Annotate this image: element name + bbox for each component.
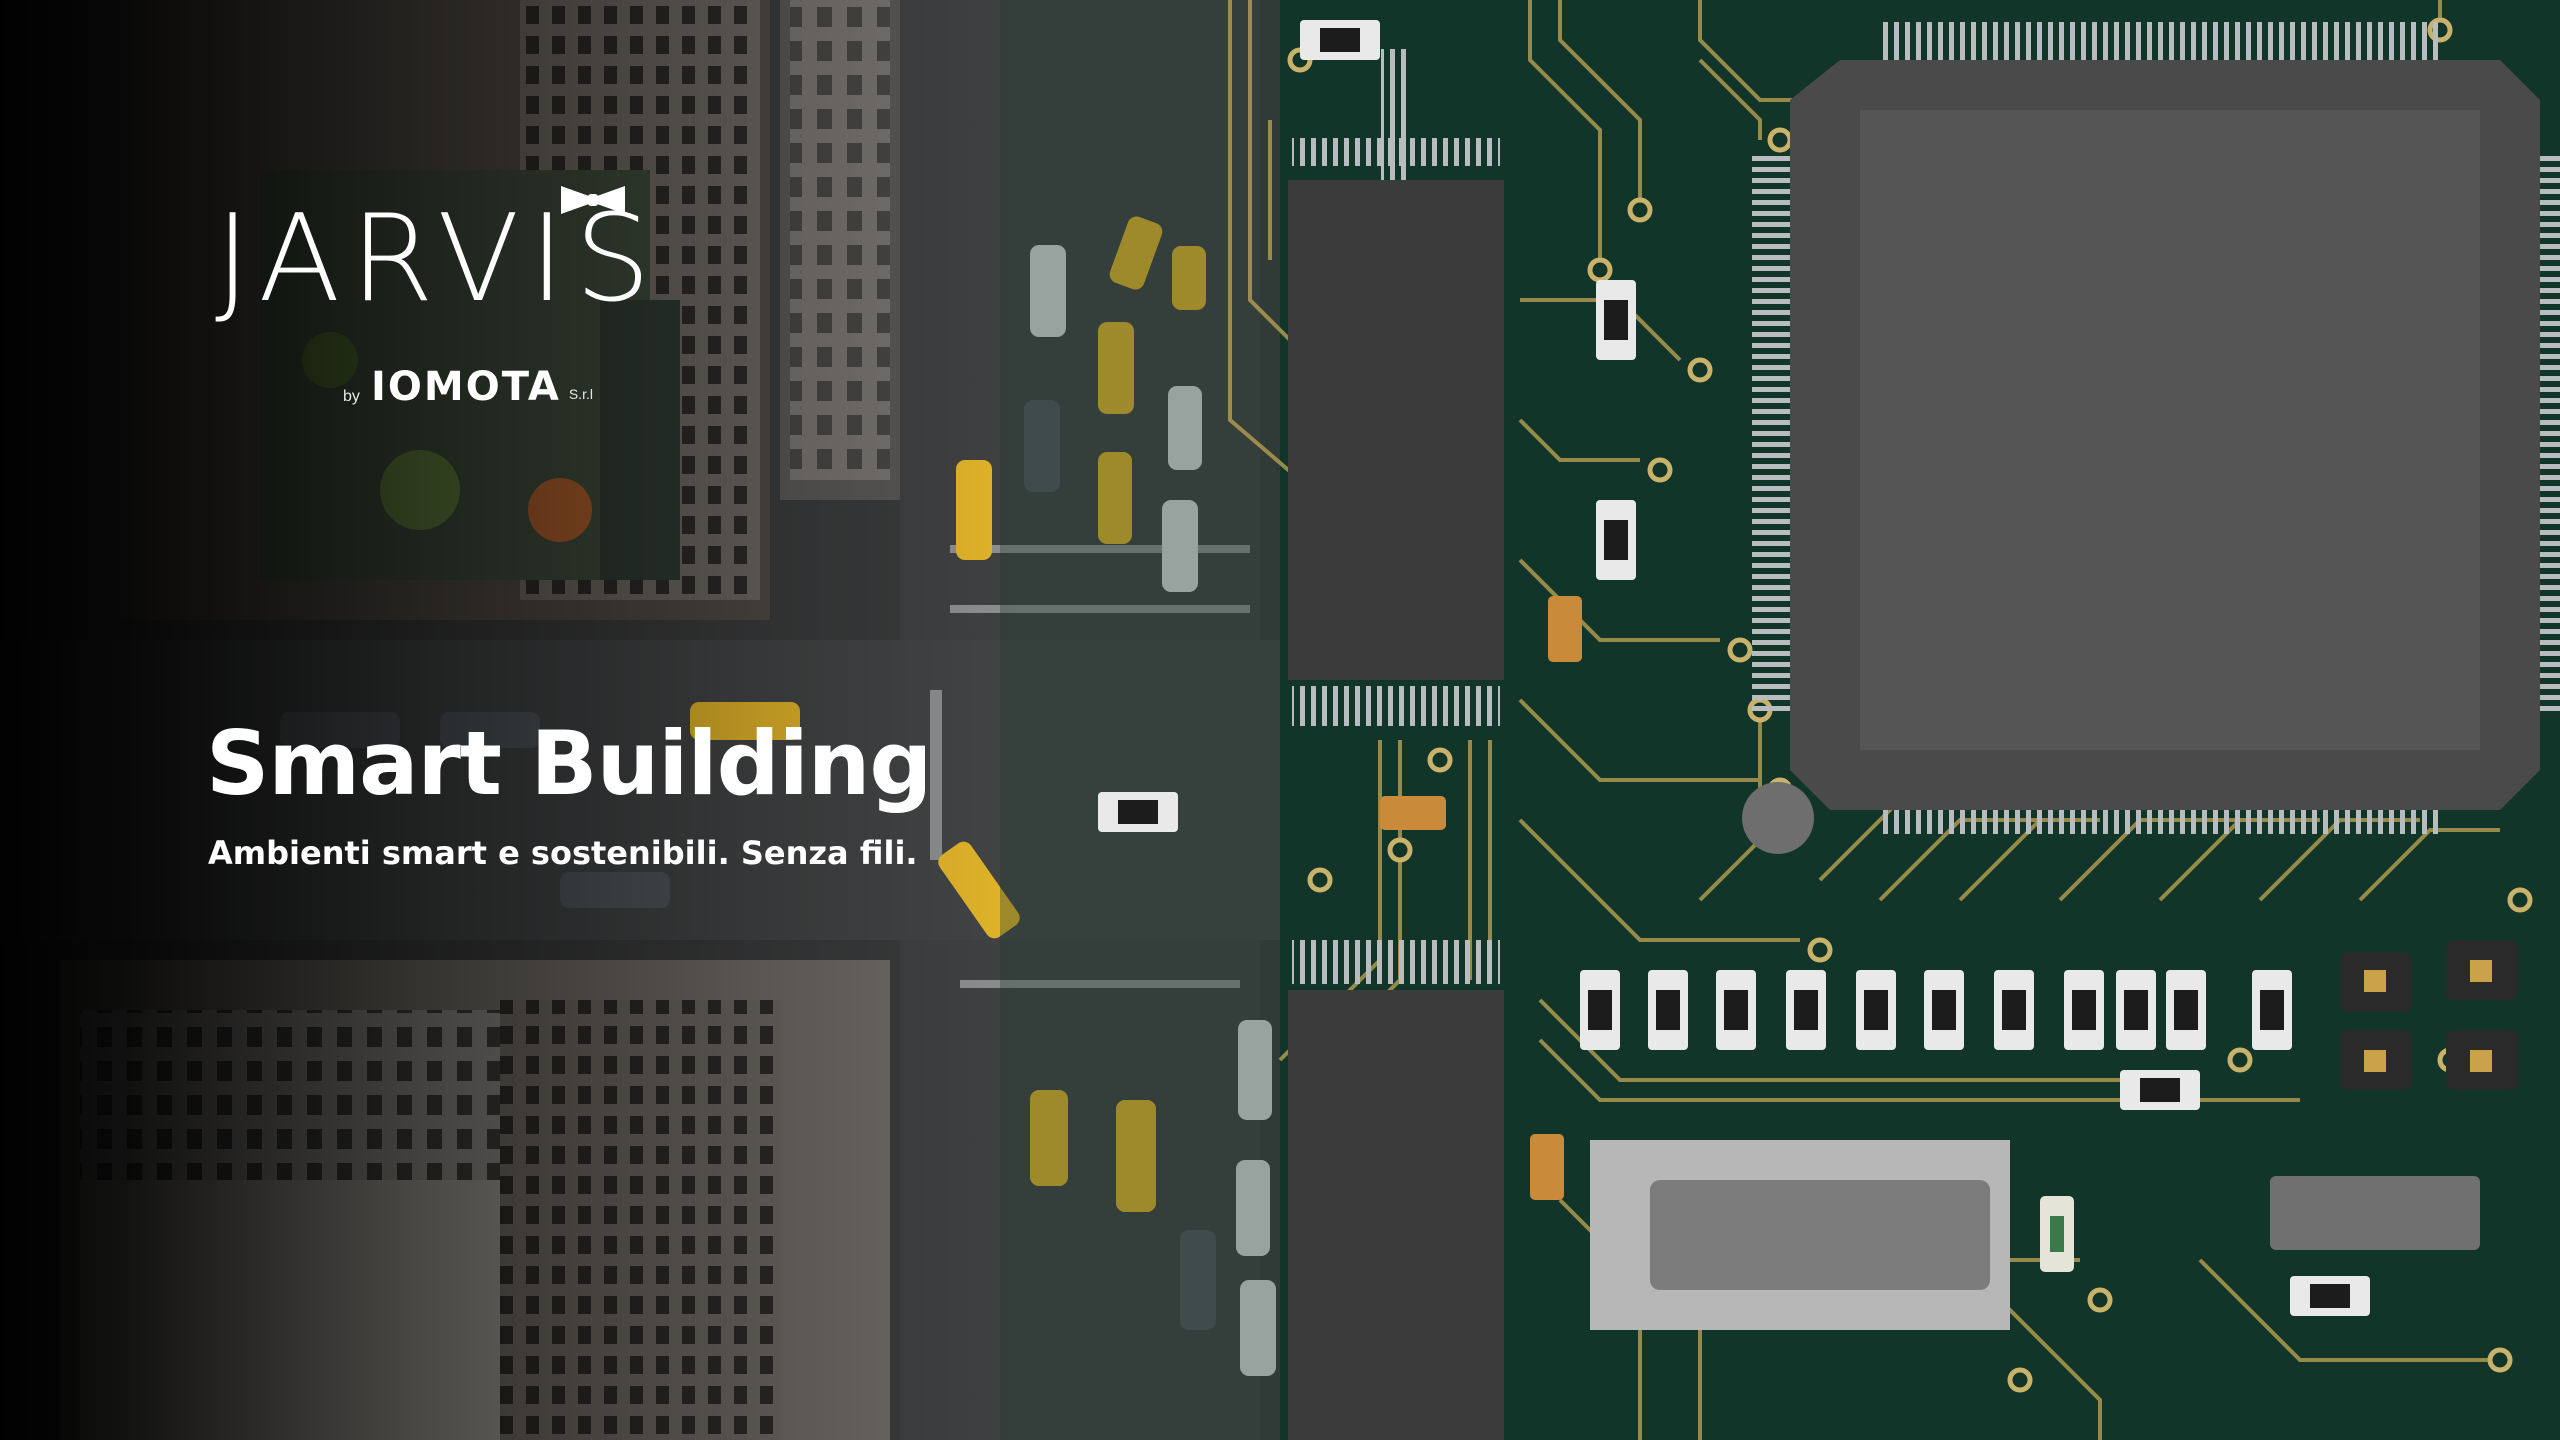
jarvis-logo: JARVIS by IOMOTA S.r.l (215, 170, 715, 420)
page-subtitle: Ambienti smart e sostenibili. Senza fili… (208, 834, 918, 872)
logo-wordmark: JARVIS (215, 190, 661, 329)
hero-slide: JARVIS by IOMOTA S.r.l Smart Building Am… (0, 0, 2560, 1440)
company-logo: IOMOTA S.r.l (371, 360, 593, 414)
logo-by-label: by (343, 388, 360, 405)
page-title: Smart Building (206, 712, 932, 815)
company-name: IOMOTA (371, 364, 561, 410)
company-suffix: S.r.l (568, 386, 593, 402)
